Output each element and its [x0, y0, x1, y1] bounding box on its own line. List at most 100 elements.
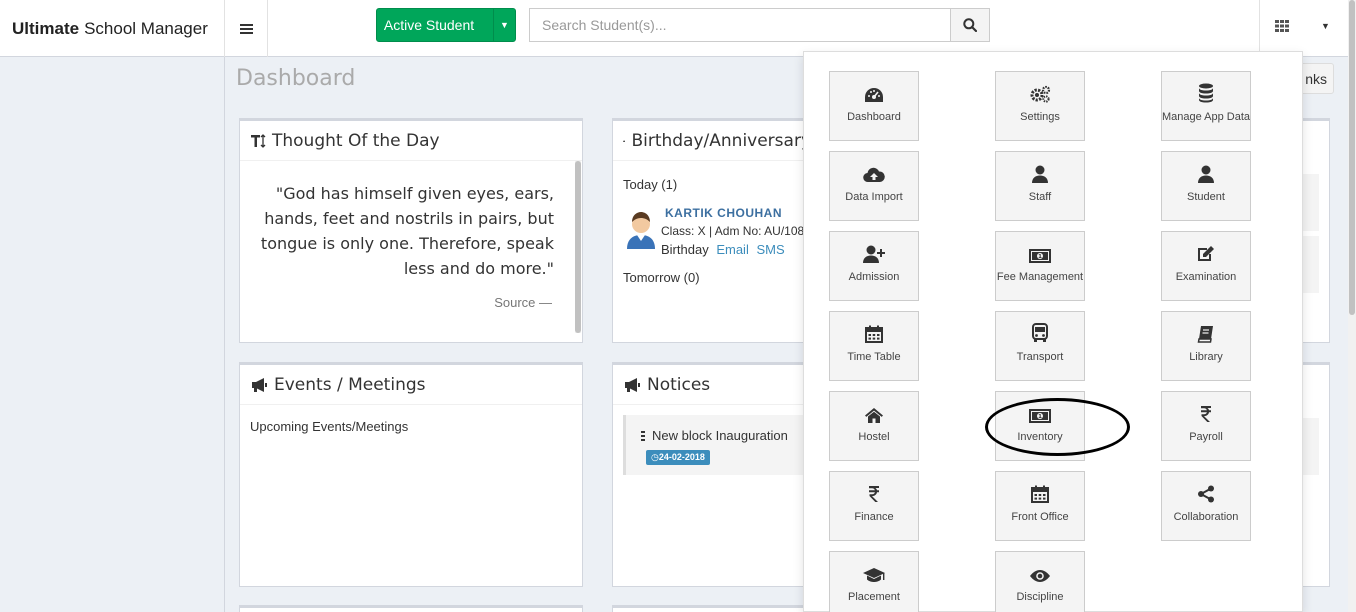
- notice-date-text: 24-02-2018: [658, 452, 705, 462]
- app-tile-label: Student: [1187, 191, 1225, 203]
- email-link[interactable]: Email: [716, 242, 749, 257]
- events-header: Events / Meetings: [240, 365, 582, 405]
- bullhorn-icon: [625, 377, 640, 392]
- birthday-header: Birthday/Anniversary: [613, 121, 811, 161]
- app-tile-label: Finance: [854, 511, 894, 523]
- page-scroll-thumb[interactable]: [1349, 0, 1355, 315]
- book-icon: [1197, 325, 1215, 351]
- search-icon: [963, 18, 977, 32]
- app-tile-front-office[interactable]: Front Office: [995, 471, 1085, 541]
- app-tile-finance[interactable]: Finance: [829, 471, 919, 541]
- app-tile-transport[interactable]: Transport: [995, 311, 1085, 381]
- edit-icon: [1196, 245, 1216, 271]
- app-tile-label: Manage App Data: [1161, 111, 1251, 123]
- caret-down-icon[interactable]: ▼: [493, 9, 515, 41]
- app-tile-fee-management[interactable]: 1 Fee Management: [995, 231, 1085, 301]
- app-tile-label: Dashboard: [847, 111, 901, 123]
- bullhorn-icon: [252, 377, 267, 392]
- clock-icon: ◷: [651, 452, 659, 462]
- birthday-cake-icon: [623, 139, 626, 142]
- student-search: [529, 8, 990, 42]
- thought-header: Thought Of the Day: [240, 121, 582, 161]
- app-tile-data-import[interactable]: Data Import: [829, 151, 919, 221]
- birthday-title: Birthday/Anniversary: [631, 130, 811, 151]
- birthday-person-name[interactable]: KARTIK CHOUHAN: [665, 206, 782, 220]
- app-tile-label: Discipline: [1016, 591, 1064, 603]
- thought-of-day-box: Thought Of the Day "God has himself give…: [239, 118, 583, 343]
- app-tile-label: Staff: [1028, 191, 1052, 203]
- notices-header: Notices: [613, 365, 811, 405]
- app-tile-payroll[interactable]: Payroll: [1161, 391, 1251, 461]
- birthday-box: Birthday/Anniversary Today (1) KARTIK CH…: [612, 118, 812, 343]
- dashboard-icon: [864, 87, 884, 111]
- app-tile-examination[interactable]: Examination: [1161, 231, 1251, 301]
- app-tile-label: Hostel: [858, 431, 890, 443]
- app-tile-manage-app-data[interactable]: Manage App Data: [1161, 71, 1251, 141]
- bottom-mid-box: [612, 605, 812, 612]
- app-tile-hostel[interactable]: Hostel: [829, 391, 919, 461]
- app-tile-label: Collaboration: [1173, 511, 1239, 523]
- thought-scrollbar[interactable]: [575, 161, 581, 333]
- thought-source: Source —: [494, 295, 552, 310]
- svg-text:1: 1: [1038, 414, 1042, 420]
- scroll-thumb[interactable]: [575, 161, 581, 333]
- grid-icon: [1274, 19, 1289, 32]
- database-icon: [1198, 83, 1214, 111]
- ellipsis-vertical-icon: [641, 430, 645, 441]
- user-menu-caret-icon[interactable]: ▼: [1303, 0, 1348, 51]
- notice-title: New block Inauguration: [640, 428, 788, 443]
- bottom-left-box: [239, 605, 583, 612]
- page-scrollbar[interactable]: [1348, 0, 1356, 612]
- app-tile-student[interactable]: Student: [1161, 151, 1251, 221]
- app-tile-label: Examination: [1175, 271, 1237, 283]
- birthday-tomorrow-label: Tomorrow (0): [623, 270, 700, 285]
- sidebar-toggle-button[interactable]: [225, 0, 268, 57]
- app-tile-dashboard[interactable]: Dashboard: [829, 71, 919, 141]
- notice-item[interactable]: New block Inauguration ◷24-02-2018: [623, 415, 808, 475]
- app-tile-discipline[interactable]: Discipline: [995, 551, 1085, 612]
- brand-rest: School Manager: [84, 18, 208, 38]
- rupee-icon: [867, 485, 881, 511]
- search-input[interactable]: [529, 8, 950, 42]
- search-button[interactable]: [950, 8, 990, 42]
- svg-text:1: 1: [1038, 254, 1042, 260]
- app-tile-label: Payroll: [1189, 431, 1223, 443]
- notice-date-badge: ◷24-02-2018: [646, 450, 710, 465]
- thought-quote: "God has himself given eyes, ears, hands…: [260, 184, 554, 278]
- brand-logo[interactable]: Ultimate School Manager: [0, 0, 225, 57]
- app-tile-label: Data Import: [845, 191, 903, 203]
- sidebar: [0, 57, 225, 612]
- brand-bold: Ultimate: [12, 18, 80, 38]
- notice-title-text: New block Inauguration: [652, 428, 788, 443]
- app-tile-time-table[interactable]: Time Table: [829, 311, 919, 381]
- app-tile-staff[interactable]: Staff: [995, 151, 1085, 221]
- apps-menu-toggle[interactable]: [1259, 0, 1303, 51]
- birthday-person-class: Class: X | Adm No: AU/108: [661, 224, 805, 238]
- app-tile-label: Front Office: [1011, 511, 1069, 523]
- active-student-button[interactable]: Active Student ▼: [376, 8, 516, 42]
- graduation-cap-icon: [862, 567, 886, 591]
- app-tile-library[interactable]: Library: [1161, 311, 1251, 381]
- app-tile-label: Placement: [848, 591, 900, 603]
- money-icon: 1: [1029, 409, 1051, 431]
- app-tile-collaboration[interactable]: Collaboration: [1161, 471, 1251, 541]
- app-tile-settings[interactable]: Settings: [995, 71, 1085, 141]
- app-tile-label: Inventory: [1017, 431, 1063, 443]
- rupee-icon: [1199, 405, 1213, 431]
- birthday-today-label: Today (1): [623, 177, 678, 192]
- apps-dropdown-panel: Dashboard Settings Manage App Data Data Imp…: [803, 51, 1303, 612]
- app-tile-placement[interactable]: Placement: [829, 551, 919, 612]
- top-header: Ultimate School Manager Active Student ▼…: [0, 0, 1356, 57]
- gears-icon: [1029, 85, 1051, 111]
- active-student-label: Active Student: [383, 17, 475, 33]
- app-tile-admission[interactable]: Admission: [829, 231, 919, 301]
- user-plus-icon: [863, 245, 885, 271]
- app-tile-label: Fee Management: [996, 271, 1084, 283]
- home-icon: [864, 407, 884, 431]
- app-tile-inventory[interactable]: 1 Inventory: [995, 391, 1085, 461]
- user-icon: [1198, 165, 1214, 191]
- calendar-icon: [1031, 485, 1049, 511]
- sms-link[interactable]: SMS: [756, 242, 784, 257]
- events-title: Events / Meetings: [274, 374, 426, 395]
- notices-box: Notices New block Inauguration ◷24-02-20…: [612, 362, 812, 587]
